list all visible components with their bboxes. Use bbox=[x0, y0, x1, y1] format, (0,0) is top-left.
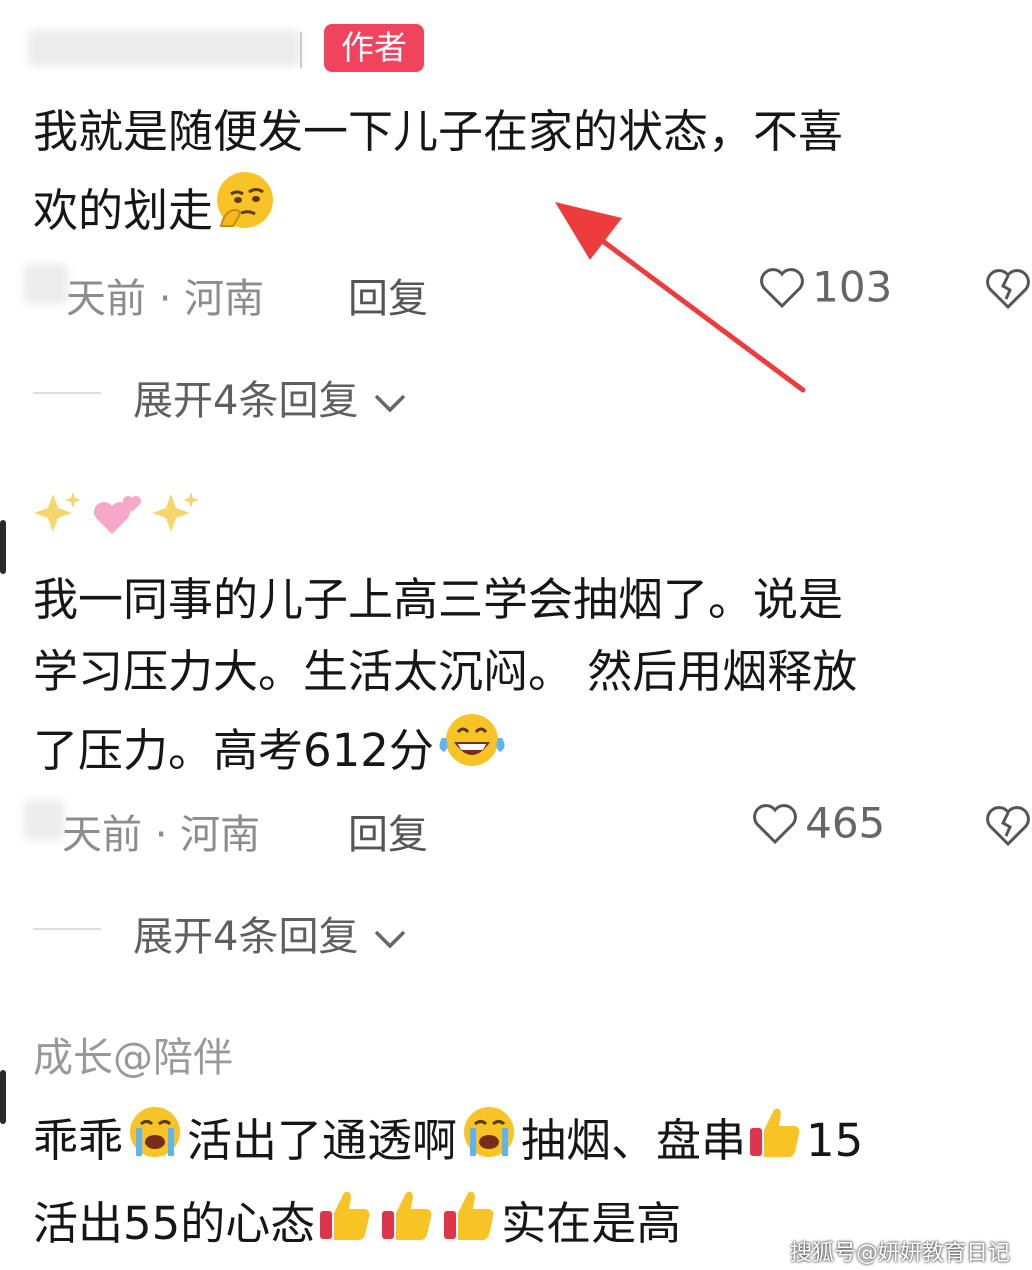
blurred-date bbox=[24, 800, 64, 840]
expand-replies[interactable]: 展开4条回复 bbox=[133, 904, 409, 962]
loudly-crying-face-icon bbox=[123, 1102, 187, 1183]
annotation-arrow bbox=[555, 202, 806, 393]
loudly-crying-face-icon bbox=[457, 1102, 521, 1183]
expand-divider bbox=[33, 928, 101, 930]
thumbs-up-icon bbox=[377, 1183, 439, 1266]
edge-mark bbox=[0, 520, 6, 574]
dislike-button[interactable] bbox=[983, 800, 1032, 854]
watermark: 搜狐号@妍妍教育日记 bbox=[789, 1241, 1010, 1266]
thumbs-up-icon bbox=[315, 1183, 377, 1266]
comment-line: 学习压力大。生活太沉闷。 然后用烟释放 bbox=[33, 645, 858, 698]
sparkles-icon bbox=[152, 492, 200, 532]
expand-replies-label: 展开4条回复 bbox=[133, 914, 359, 960]
broken-heart-icon bbox=[986, 806, 1030, 847]
username[interactable]: 成长@陪伴 bbox=[33, 1025, 233, 1083]
thumbs-up-icon bbox=[746, 1100, 806, 1183]
comment-text: 乖乖 活出了通透啊 抽烟、盘串 15 活出55的心态 实在是高 bbox=[33, 1100, 863, 1266]
time-location: 天前 · 河南 bbox=[62, 812, 261, 858]
edge-mark bbox=[0, 1070, 6, 1124]
chevron-down-icon bbox=[374, 930, 406, 949]
like-button[interactable]: 465 bbox=[750, 798, 885, 848]
two-hearts-icon bbox=[94, 496, 142, 534]
thumbs-up-icon bbox=[439, 1183, 501, 1266]
reply-button[interactable]: 回复 bbox=[348, 802, 428, 860]
comment-line: 了压力。高考612分 bbox=[33, 708, 857, 793]
comment-line: 我一同事的儿子上高三学会抽烟了。说是 bbox=[33, 573, 844, 626]
comment-line: 活出55的心态 实在是高 bbox=[33, 1183, 863, 1266]
heart-icon bbox=[753, 804, 797, 845]
username-emojis bbox=[33, 488, 203, 544]
comment-line: 乖乖 活出了通透啊 抽烟、盘串 15 bbox=[33, 1100, 863, 1183]
sparkles-icon bbox=[34, 492, 81, 532]
like-count: 465 bbox=[805, 798, 886, 848]
comment-text: 我一同事的儿子上高三学会抽烟了。说是 学习压力大。生活太沉闷。 然后用烟释放 了… bbox=[33, 564, 857, 793]
laughing-crying-face-icon bbox=[434, 708, 510, 793]
